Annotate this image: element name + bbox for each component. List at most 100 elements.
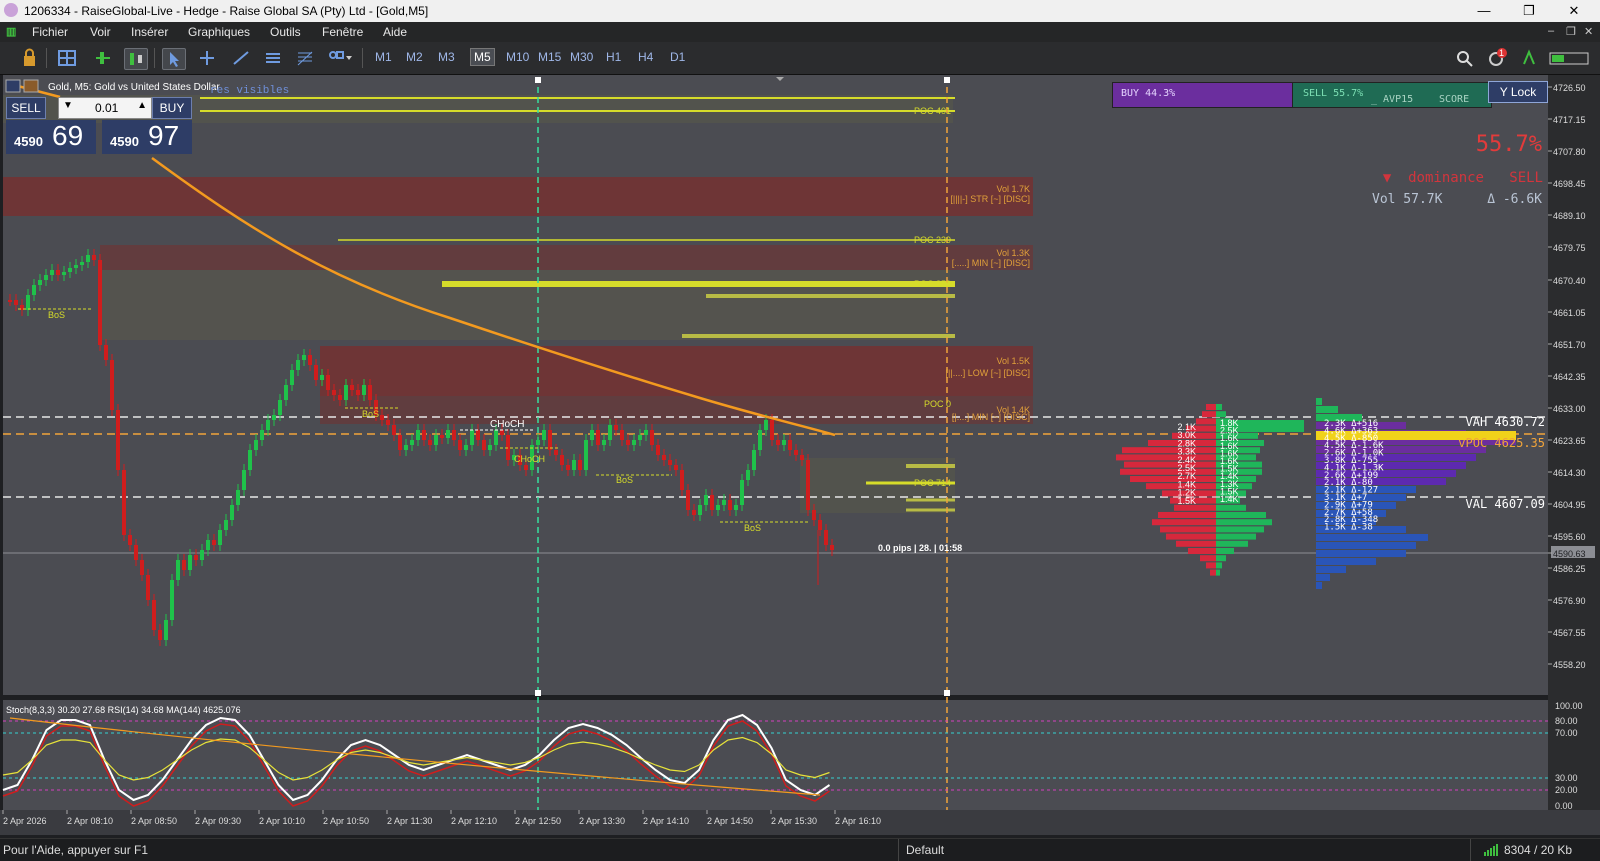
buy-price-prefix: 4590 xyxy=(110,134,139,149)
battery-icon xyxy=(1548,48,1592,68)
candle-body xyxy=(638,435,642,440)
tf-h4[interactable]: H4 xyxy=(638,50,653,64)
delta-profile-bar xyxy=(1316,558,1376,565)
connection-status: 8304 / 20 Kb xyxy=(1504,843,1573,857)
candle-body xyxy=(338,395,342,400)
candle-body xyxy=(578,460,582,470)
tf-d1[interactable]: D1 xyxy=(670,50,685,64)
menu-inserer[interactable]: Insérer xyxy=(131,25,168,39)
poc-label: POC 714 xyxy=(914,478,951,488)
tf-m5[interactable]: M5 xyxy=(470,48,495,66)
mdi-restore-button[interactable]: ❐ xyxy=(1566,25,1576,38)
candle-body xyxy=(806,460,810,510)
price-axis-label: 4642.35 xyxy=(1553,372,1586,382)
candle-body xyxy=(650,430,654,445)
candle-body xyxy=(92,255,96,260)
candle-body xyxy=(680,470,684,490)
candle-body xyxy=(302,355,306,360)
lot-size-field[interactable]: ▼ 0.01 ▲ xyxy=(58,97,152,119)
minimize-button[interactable]: — xyxy=(1470,2,1498,20)
choch-label: CHoCH xyxy=(490,419,524,430)
candle-body xyxy=(566,465,570,470)
tf-m10[interactable]: M10 xyxy=(506,50,529,64)
menu-outils[interactable]: Outils xyxy=(270,25,301,39)
delta-profile-bar xyxy=(1316,582,1322,589)
candle-body xyxy=(386,420,390,425)
delta-label: Δ -6.6K xyxy=(1487,192,1542,207)
search-icon[interactable] xyxy=(1454,48,1476,68)
price-axis-label: 4623.65 xyxy=(1553,436,1586,446)
autoscroll-icon[interactable] xyxy=(124,48,148,70)
buy-button[interactable]: BUY xyxy=(152,97,192,119)
candle-body xyxy=(290,370,294,385)
menu-voir[interactable]: Voir xyxy=(90,25,111,39)
y-lock-button[interactable]: Y Lock xyxy=(1488,81,1548,103)
menu-fichier[interactable]: Fichier xyxy=(32,25,68,39)
sell-price-pips: 69 xyxy=(52,120,84,151)
candle-body xyxy=(560,455,564,465)
menu-fenetre[interactable]: Fenêtre xyxy=(322,25,363,39)
lot-decrease-icon[interactable]: ▼ xyxy=(63,100,73,111)
price-axis-label: 4633.00 xyxy=(1553,404,1586,414)
grid-icon[interactable] xyxy=(56,48,78,68)
candle-body xyxy=(8,300,12,302)
candle-body xyxy=(308,355,312,365)
candle-body xyxy=(218,530,222,545)
vah-label: VAH 4630.72 xyxy=(1466,415,1545,429)
chart-window[interactable]: BoS BoS CHoCH CHoCH BoS BoS POC 401 POC … xyxy=(0,75,1600,835)
lock-icon[interactable] xyxy=(18,48,40,68)
indicator-label: Stoch(8,3,3) 30.20 27.68 RSI(14) 34.68 M… xyxy=(6,705,241,715)
candle-body xyxy=(284,385,288,400)
candle-body xyxy=(332,390,336,395)
menu-graphiques[interactable]: Graphiques xyxy=(188,25,250,39)
candle-body xyxy=(746,470,750,480)
lot-increase-icon[interactable]: ▲ xyxy=(137,100,147,111)
volume-profile-label: 1.5K xyxy=(1177,496,1196,506)
zone-volume-label: Vol 1.3K xyxy=(996,248,1030,258)
candle-body xyxy=(770,420,774,440)
total-volume-label: Vol 57.7K xyxy=(1372,192,1443,207)
candle-body xyxy=(830,545,834,550)
lot-value[interactable]: 0.01 xyxy=(95,101,118,115)
candle-body xyxy=(782,440,786,445)
price-axis-label: 4717.15 xyxy=(1553,115,1586,125)
tf-h1[interactable]: H1 xyxy=(606,50,621,64)
candle-body xyxy=(326,375,330,390)
menu-aide[interactable]: Aide xyxy=(383,25,407,39)
trendline-icon[interactable] xyxy=(230,48,252,68)
tf-m2[interactable]: M2 xyxy=(406,50,423,64)
candle-body xyxy=(662,455,666,460)
sell-price-box[interactable]: 4590 69 xyxy=(6,120,96,154)
candle-body xyxy=(38,280,42,285)
notification-icon[interactable] xyxy=(1486,48,1508,68)
buy-price-box[interactable]: 4590 97 xyxy=(102,120,192,154)
tf-m15[interactable]: M15 xyxy=(538,50,561,64)
restore-button[interactable]: ❐ xyxy=(1515,2,1543,20)
sell-button[interactable]: SELL xyxy=(6,97,46,119)
candle-body xyxy=(584,440,588,470)
cursor-icon[interactable] xyxy=(162,48,186,70)
shapes-icon[interactable] xyxy=(326,48,352,68)
chart-shift-icon[interactable] xyxy=(92,48,114,68)
delta-profile-bar xyxy=(1316,406,1338,413)
close-button[interactable]: ✕ xyxy=(1560,2,1588,20)
candle-body xyxy=(686,490,690,510)
price-chart[interactable]: BoS BoS CHoCH CHoCH BoS BoS POC 401 POC … xyxy=(0,75,1600,835)
tf-m30[interactable]: M30 xyxy=(570,50,593,64)
channel-icon[interactable] xyxy=(262,48,284,68)
window-title: 1206334 - RaiseGlobal-Live - Hedge - Rai… xyxy=(24,4,429,18)
candle-body xyxy=(596,430,600,445)
tf-m3[interactable]: M3 xyxy=(438,50,455,64)
tf-m1[interactable]: M1 xyxy=(375,50,392,64)
candle-body xyxy=(620,430,624,440)
fibonacci-icon[interactable] xyxy=(294,48,316,68)
candle-body xyxy=(392,425,396,435)
demand-zone xyxy=(100,270,950,340)
delta-profile-bar xyxy=(1316,566,1346,573)
mdi-minimize-button[interactable]: – xyxy=(1548,25,1554,37)
sell-dominance-label: SELL 55.7% xyxy=(1303,88,1364,99)
candle-body xyxy=(62,272,66,275)
candle-body xyxy=(56,270,60,275)
mdi-close-button[interactable]: ✕ xyxy=(1584,25,1593,38)
crosshair-icon[interactable] xyxy=(196,48,218,68)
